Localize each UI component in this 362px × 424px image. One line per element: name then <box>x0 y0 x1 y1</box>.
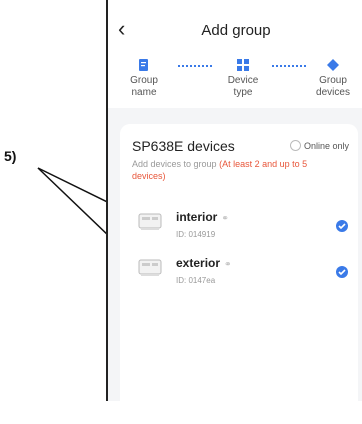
online-only-label: Online only <box>304 141 350 151</box>
header: ‹ Add group <box>108 0 362 62</box>
step-label: Group devices <box>316 75 350 98</box>
step-label: Device type <box>227 75 259 98</box>
checkmark-icon[interactable] <box>336 220 348 232</box>
card-title: SP638E devices <box>132 138 235 154</box>
phone-screen: ‹ Add group Group name Device type Group… <box>106 0 362 424</box>
grid-icon <box>237 59 249 71</box>
step-device-type: Device type <box>218 58 268 99</box>
radio-icon <box>290 140 301 151</box>
device-row-exterior[interactable]: exterior ⚭ ID: 0147ea <box>120 252 358 292</box>
step-divider <box>178 65 212 67</box>
device-name-text: interior <box>176 210 218 224</box>
device-id: ID: 014919 <box>176 230 216 239</box>
device-icon <box>138 213 162 230</box>
step-group-devices: Group devices <box>308 58 358 99</box>
diamond-icon <box>327 59 339 71</box>
step-indicator: Group name Device type Group devices <box>108 58 362 108</box>
online-only-toggle[interactable]: Online only <box>290 140 349 151</box>
page-title: Add group <box>201 22 271 39</box>
device-icon <box>138 259 162 276</box>
step-group-name: Group name <box>122 58 166 99</box>
device-card: SP638E devices Online only Add devices t… <box>120 124 358 424</box>
link-icon: ⚭ <box>221 213 229 223</box>
step-divider <box>272 65 306 67</box>
device-id: ID: 0147ea <box>176 276 216 285</box>
step-label: Group name <box>130 75 158 98</box>
edit-doc-icon <box>139 59 148 71</box>
card-hint: Add devices to group (At least 2 and up … <box>132 158 332 182</box>
callout-label: 5) <box>4 148 17 164</box>
device-name-text: exterior <box>176 256 221 270</box>
hint-text: Add devices to group <box>132 159 217 169</box>
device-row-interior[interactable]: interior ⚭ ID: 014919 <box>120 206 358 246</box>
device-name: interior ⚭ <box>176 210 229 224</box>
link-icon: ⚭ <box>224 259 232 269</box>
checkmark-icon[interactable] <box>336 266 348 278</box>
device-name: exterior ⚭ <box>176 256 232 270</box>
